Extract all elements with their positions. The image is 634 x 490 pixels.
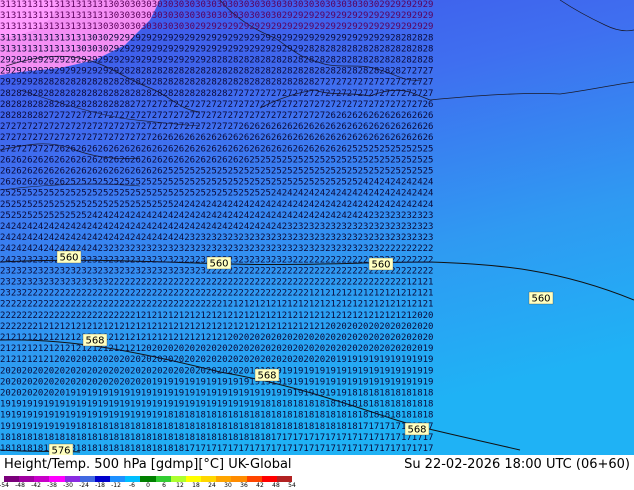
- map-canvas: 3131313131313131313130303030303030303030…: [0, 0, 634, 455]
- temperature-value-row: 2727272727262626262626262626262626262626…: [0, 144, 433, 154]
- svg-text:568: 568: [85, 336, 104, 347]
- svg-text:568: 568: [257, 371, 276, 382]
- temperature-value-row: 2121212121212121212121212121212121212121…: [0, 333, 433, 343]
- height-contour-label: 560: [206, 256, 232, 270]
- color-scale-label: 12: [176, 482, 184, 489]
- temperature-value-row: 2020202020202020202020202020202020202020…: [0, 366, 433, 376]
- temperature-value-row: 2828282828282828282828282828282828282828…: [0, 89, 433, 99]
- temperature-value-row: 2424242424242424242424242424242424232323…: [0, 233, 433, 243]
- temperature-value-row: 2525252525252525252525252525252524242424…: [0, 200, 433, 210]
- height-contour-label: 560: [528, 291, 554, 305]
- temperature-value-row: 2525252525252525252525252525252525252525…: [0, 189, 433, 199]
- temperature-value-row: 2020202020202020202020202020191919191919…: [0, 377, 433, 387]
- temperature-value-row: 1919191919191919191919191919191919191919…: [0, 400, 433, 410]
- color-scale-label: 36: [240, 482, 248, 489]
- weather-map-panel: 3131313131313131313130303030303030303030…: [0, 0, 634, 490]
- svg-text:560: 560: [209, 259, 228, 270]
- color-scale-label: 48: [272, 482, 280, 489]
- temperature-value-row: 2222222222222222222222222121212121212121…: [0, 311, 433, 321]
- temperature-value-row: 3131313131313131313030303030303030302929…: [0, 22, 433, 32]
- temperature-value-row: 1919191919191919191919191919191818181818…: [0, 411, 433, 421]
- svg-text:576: 576: [51, 446, 70, 456]
- svg-text:560: 560: [531, 294, 550, 305]
- map-title: Height/Temp. 500 hPa [gdmp][°C] UK-Globa…: [4, 457, 292, 472]
- height-contour-label: 568: [254, 368, 280, 382]
- temperature-value-row: 2626262626262525252525252525252525252525…: [0, 178, 433, 188]
- height-contour-label: 576: [48, 443, 74, 456]
- color-scale-label: -30: [63, 482, 73, 489]
- temperature-value-row: 2727272727272727272727272727272727272727…: [0, 122, 433, 132]
- height-contour-label: 568: [82, 333, 108, 347]
- temperature-value-row: 2727272727272727272727272727262626262626…: [0, 133, 433, 143]
- svg-text:560: 560: [371, 260, 390, 271]
- color-scale-label: -6: [129, 482, 135, 489]
- height-contour-label: 568: [404, 422, 430, 436]
- svg-text:568: 568: [407, 425, 426, 436]
- color-scale-label: -18: [95, 482, 105, 489]
- color-scale-label: -24: [79, 482, 89, 489]
- temperature-value-row: 3131313131313131313130303030303030303030…: [0, 0, 433, 10]
- temperature-value-row: 1818181818181818181818181818181818181818…: [0, 433, 433, 443]
- temperature-labels: 3131313131313131313130303030303030303030…: [0, 0, 433, 454]
- color-scale-label: -48: [15, 482, 25, 489]
- temperature-value-row: 2121212121212121212121212120202020202020…: [0, 344, 433, 354]
- height-contour-label: 560: [56, 250, 82, 264]
- legend-bar: Height/Temp. 500 hPa [gdmp][°C] UK-Globa…: [0, 455, 634, 490]
- valid-time: Su 22-02-2026 18:00 UTC (06+60): [404, 457, 630, 472]
- temperature-value-row: 2525252525252525242424242424242424242424…: [0, 211, 433, 221]
- temperature-value-row: 2929292828282828282828282828282828282828…: [0, 78, 433, 88]
- color-scale-label: 24: [208, 482, 216, 489]
- temperature-value-row: 2323232323232323232322222222222222222222…: [0, 278, 433, 288]
- temperature-value-row: 2222222222222222222222222222222222222222…: [0, 300, 433, 310]
- temperature-value-row: 2626262626262626262626262626262626262626…: [0, 155, 433, 165]
- color-scale-label: 30: [224, 482, 232, 489]
- temperature-value-row: 2626262626262626262626262626262525252525…: [0, 167, 433, 177]
- temperature-value-row: 2929292929292929292929292929292929292928…: [0, 56, 433, 66]
- color-scale-labels: -54 -48 -42 -38 -30 -24 -18 -12 -6 0 6 12 18 24 30 36 42…: [0, 482, 300, 490]
- temperature-value-row: 2323222222222222222222222222222222222222…: [0, 289, 433, 299]
- temperature-value-row: 3131313131313131313130303030303030303030…: [0, 11, 433, 21]
- temperature-value-row: 2121212121202020202020202020202020202020…: [0, 355, 433, 365]
- color-scale-label: -54: [0, 482, 9, 489]
- temperature-value-row: 2020202020201919191919191919191919191919…: [0, 389, 433, 399]
- color-scale-label: 0: [146, 482, 150, 489]
- color-scale-label: 42: [256, 482, 264, 489]
- temperature-value-row: 2828282828282828282828282727272727272727…: [0, 100, 433, 110]
- height-contour-label: 560: [368, 257, 394, 271]
- svg-text:560: 560: [59, 253, 78, 264]
- color-scale-label: -38: [47, 482, 57, 489]
- color-scale-label: 54: [288, 482, 296, 489]
- temperature-value-row: 3131313131313131303029292929292929292929…: [0, 33, 433, 43]
- temperature-value-row: 2222222121212121212121212121212121212121…: [0, 322, 433, 332]
- temperature-value-row: 1919191919191918181818181818181818181818…: [0, 422, 433, 432]
- color-scale-label: 6: [162, 482, 166, 489]
- color-scale-label: 18: [192, 482, 200, 489]
- temperature-value-row: 2424242424242424242424242424242424242424…: [0, 222, 433, 232]
- temperature-value-row: 2828282827272727272727272727272727272727…: [0, 111, 433, 121]
- color-scale-label: -12: [111, 482, 121, 489]
- color-scale-label: -42: [31, 482, 41, 489]
- temperature-value-row: 3131313131313130303029292929292929292929…: [0, 44, 433, 54]
- temperature-value-row: 2929292929292929292929282828282828282828…: [0, 67, 433, 77]
